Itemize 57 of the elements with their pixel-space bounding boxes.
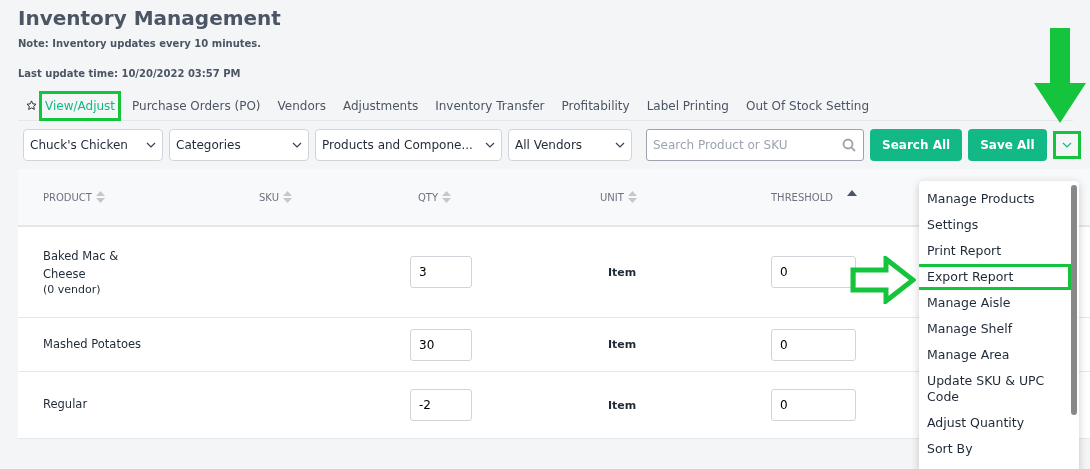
menu-item[interactable]: Print Report <box>919 238 1071 264</box>
menu-item[interactable]: Adjust Quantity <box>919 410 1071 436</box>
quantity-field[interactable]: 30 <box>410 328 472 361</box>
tab[interactable]: Purchase Orders (PO) <box>126 90 267 121</box>
product-name: Regular <box>43 396 89 414</box>
chevron-down-icon <box>292 142 302 148</box>
star-icon[interactable] <box>26 100 37 111</box>
search-field[interactable]: Search Product or SKU <box>646 129 864 161</box>
filter-dropdown[interactable]: All Vendors <box>508 129 632 161</box>
unit-text: Item <box>608 338 638 351</box>
menu-item[interactable]: Update SKU & UPC Code <box>919 368 1071 410</box>
unit-text: Item <box>608 398 638 412</box>
right-arrow-annotation <box>850 256 916 304</box>
tab[interactable]: Label Printing <box>640 90 735 121</box>
column-header[interactable]: PRODUCT <box>43 191 259 203</box>
product-name: Baked Mac & Cheese <box>43 248 120 283</box>
scrollbar[interactable] <box>1071 185 1077 415</box>
chevron-down-icon <box>1061 142 1072 148</box>
page-title: Inventory Management <box>18 6 282 30</box>
tab[interactable]: Out Of Stock Setting <box>740 90 876 121</box>
chevron-down-icon <box>146 142 156 148</box>
column-header[interactable]: QTY <box>418 191 600 203</box>
threshold-field[interactable]: 0 <box>771 256 856 288</box>
sort-icon[interactable] <box>282 191 292 203</box>
menu-item[interactable]: Export Report <box>919 264 1071 290</box>
note-text: Note: Inventory updates every 10 minutes. <box>18 38 263 49</box>
more-options-toggle[interactable] <box>1052 131 1081 159</box>
filter-dropdown[interactable]: Chuck's Chicken <box>23 129 163 161</box>
quantity-field[interactable]: -2 <box>410 389 472 421</box>
sort-icon[interactable] <box>95 191 105 203</box>
product-name: Mashed Potatoes <box>43 335 142 353</box>
sort-icon[interactable] <box>442 191 452 203</box>
sort-ascending-icon[interactable] <box>846 190 857 196</box>
menu-item[interactable]: Manage Area <box>919 342 1071 368</box>
unit-text: Item <box>608 265 638 279</box>
tab[interactable]: Inventory Transfer <box>429 90 551 121</box>
chevron-down-icon <box>615 142 625 148</box>
filter-dropdown[interactable]: Products and Compone... <box>315 129 502 161</box>
filter-dropdown[interactable]: Categories <box>169 129 309 161</box>
tab[interactable]: Profitability <box>555 90 636 121</box>
threshold-field[interactable]: 0 <box>771 328 856 361</box>
menu-item[interactable]: Sort By <box>919 436 1071 462</box>
tab[interactable]: Vendors <box>271 90 332 121</box>
menu-item[interactable]: Settings <box>919 212 1071 238</box>
column-header[interactable]: UNIT <box>600 191 771 203</box>
last-update-text: Last update time: 10/20/2022 03:57 PM <box>18 68 242 79</box>
vendor-count: (0 vendor) <box>43 282 102 296</box>
menu-item[interactable]: Manage Products <box>919 186 1071 212</box>
menu-item[interactable]: Manage Shelf <box>919 316 1071 342</box>
column-header[interactable]: SKU <box>259 191 418 203</box>
chevron-down-icon <box>485 142 495 148</box>
sort-icon[interactable] <box>627 191 637 203</box>
tab[interactable]: Adjustments <box>337 90 425 121</box>
menu-item[interactable]: Manage Aisle <box>919 290 1071 316</box>
search-icon <box>842 138 856 152</box>
quantity-field[interactable]: 3 <box>410 256 472 288</box>
threshold-field[interactable]: 0 <box>771 389 856 421</box>
